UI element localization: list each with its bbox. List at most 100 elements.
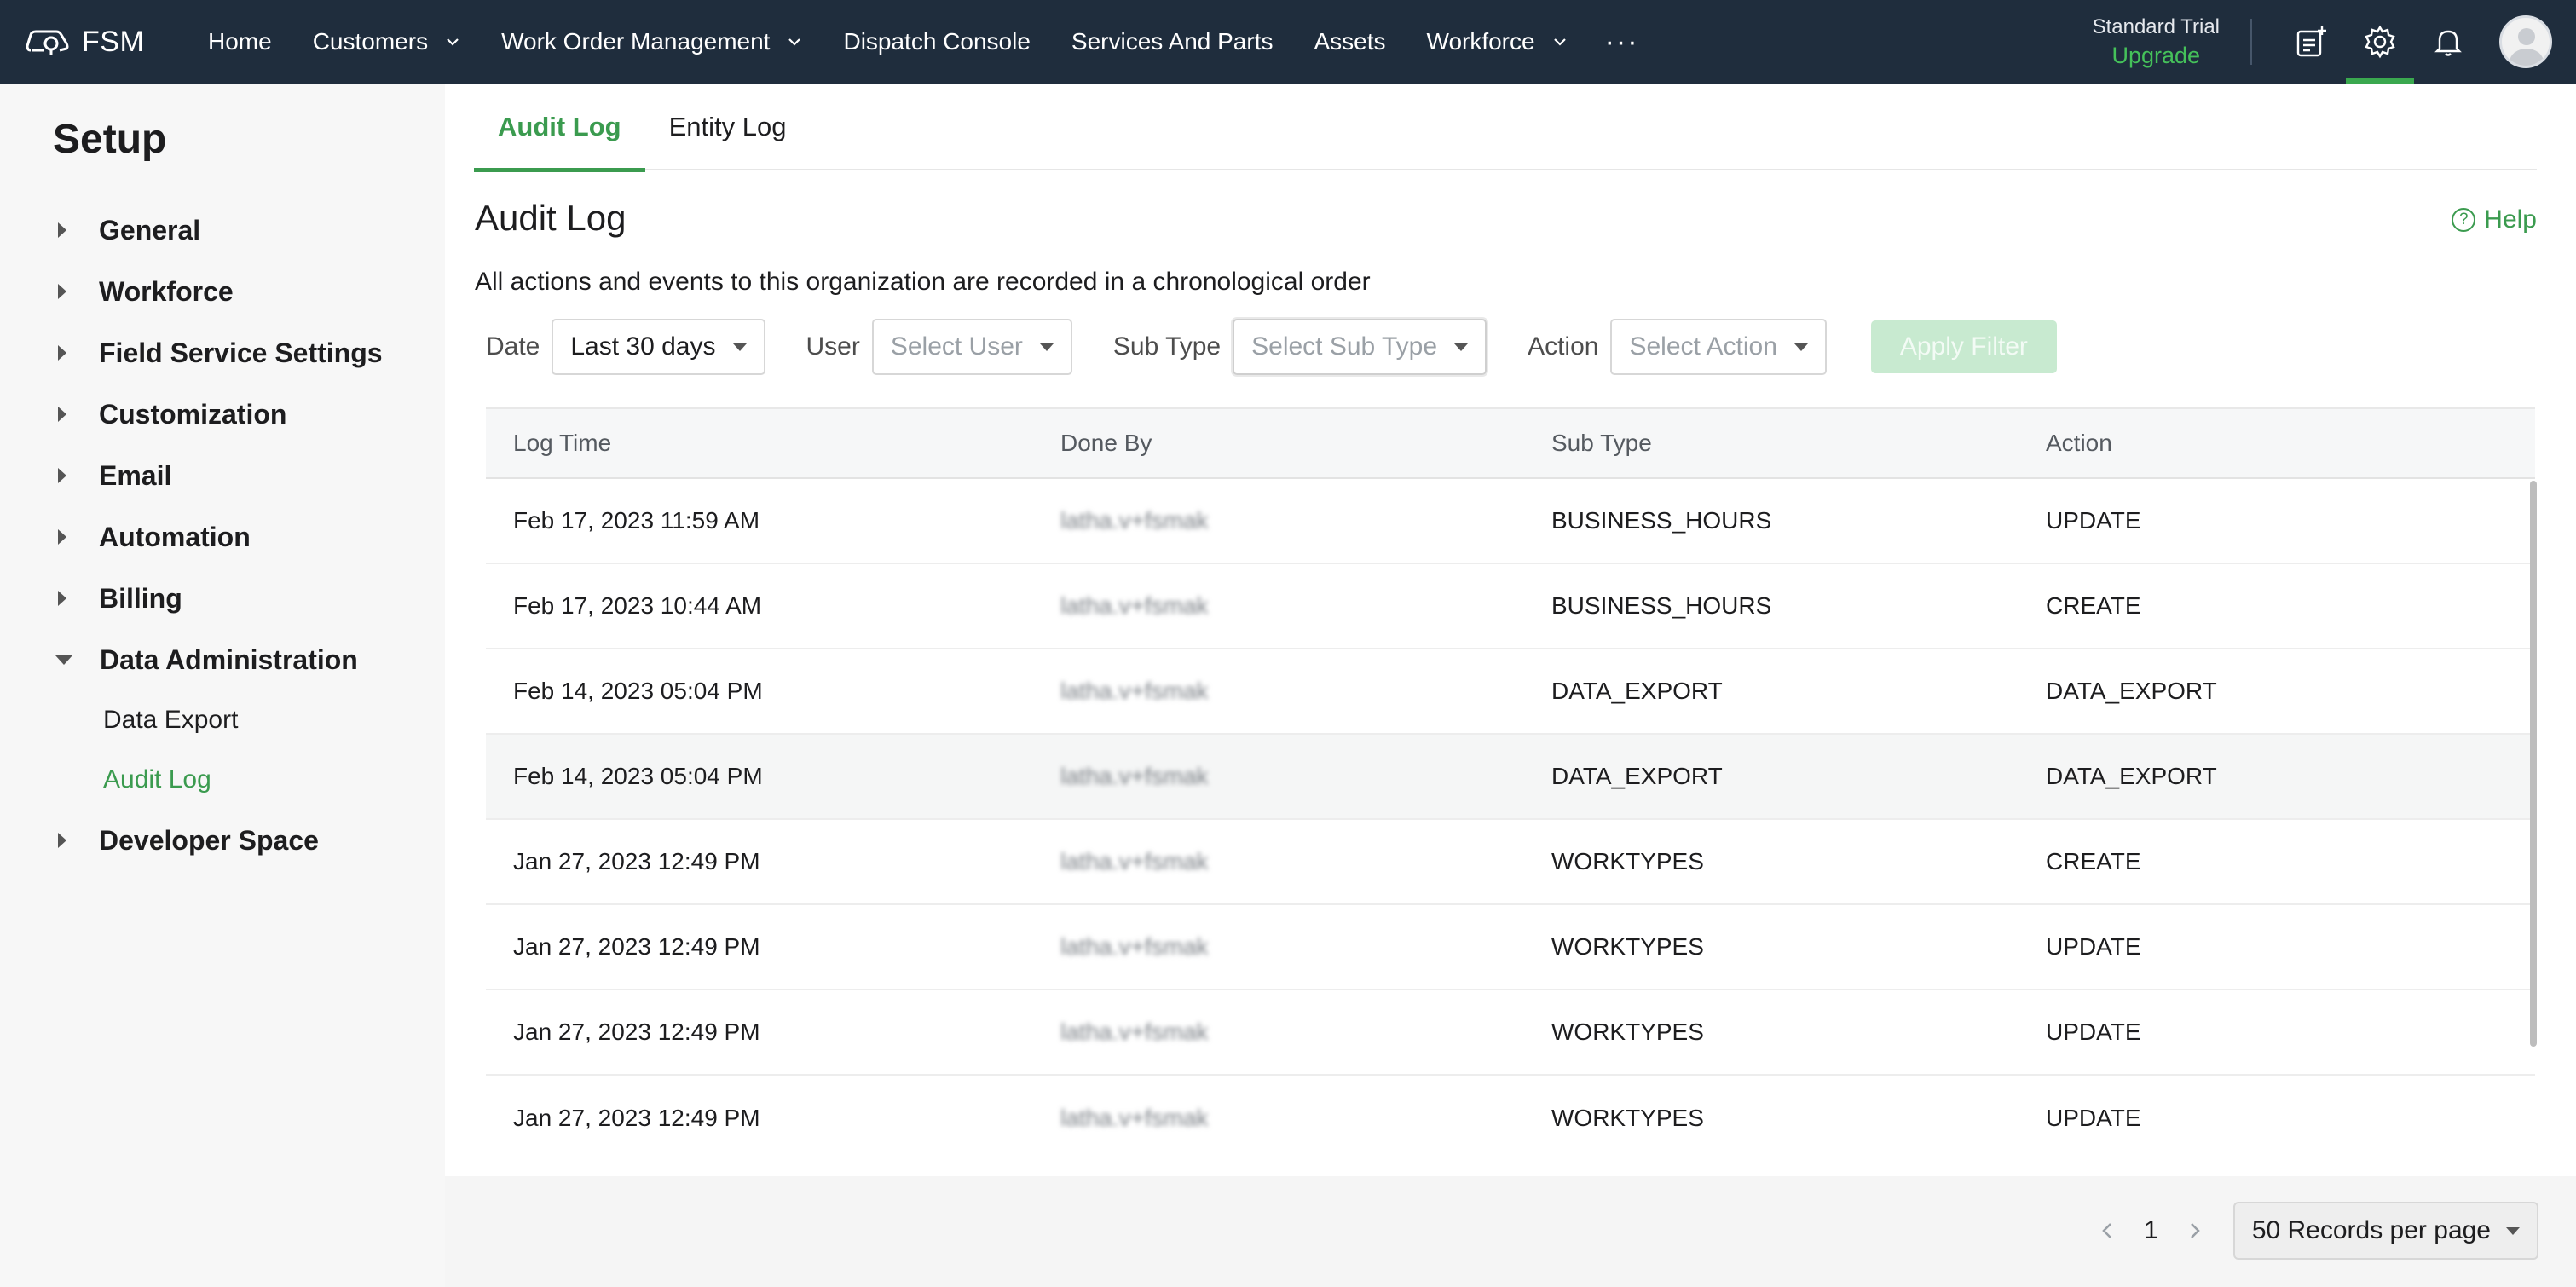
cell-sub-type: WORKTYPES bbox=[1551, 933, 1704, 960]
subtype-filter-select[interactable]: Select Sub Type bbox=[1233, 319, 1487, 375]
action-filter-label: Action bbox=[1528, 332, 1599, 361]
sidebar-subitem-audit-log[interactable]: Audit Log bbox=[0, 750, 445, 810]
table-header: Log Time Done By Sub Type Action bbox=[486, 407, 2535, 479]
column-header-done-by[interactable]: Done By bbox=[1060, 430, 1551, 457]
current-page-number: 1 bbox=[2144, 1216, 2158, 1244]
nav-label: Services And Parts bbox=[1071, 28, 1274, 55]
question-circle-icon: ? bbox=[2452, 208, 2476, 232]
more-menu-icon[interactable]: ··· bbox=[1588, 26, 1656, 59]
sidebar-item-developer-space[interactable]: Developer Space bbox=[0, 810, 445, 871]
tab-audit-log[interactable]: Audit Log bbox=[474, 84, 645, 172]
sidebar-item-label: General bbox=[99, 214, 201, 245]
cell-done-by: latha.v+fsmak bbox=[1060, 848, 1209, 874]
cell-sub-type: DATA_EXPORT bbox=[1551, 763, 1723, 789]
cell-action: CREATE bbox=[2046, 592, 2141, 619]
dropdown-arrow-icon bbox=[1039, 343, 1054, 351]
sidebar-item-general[interactable]: General bbox=[0, 199, 445, 261]
sidebar-item-email[interactable]: Email bbox=[0, 445, 445, 506]
cell-action: DATA_EXPORT bbox=[2046, 678, 2217, 704]
cell-action: UPDATE bbox=[2046, 1019, 2141, 1045]
trial-status: Standard Trial Upgrade bbox=[2093, 15, 2220, 69]
cell-sub-type: BUSINESS_HOURS bbox=[1551, 592, 1772, 619]
apply-filter-button[interactable]: Apply Filter bbox=[1870, 320, 2057, 373]
nav-label: Customers bbox=[312, 28, 429, 55]
sidebar-subitem-data-export[interactable]: Data Export bbox=[0, 690, 445, 750]
caret-right-icon bbox=[58, 345, 66, 361]
settings-button[interactable] bbox=[2346, 0, 2414, 84]
bell-icon bbox=[2434, 30, 2462, 56]
sidebar-item-field-service-settings[interactable]: Field Service Settings bbox=[0, 322, 445, 384]
table-footer: 1 50 Records per page bbox=[445, 1176, 2576, 1287]
table-row[interactable]: Jan 27, 2023 12:49 PM latha.v+fsmak WORK… bbox=[486, 820, 2535, 905]
chevron-down-icon bbox=[1553, 38, 1566, 46]
gear-icon bbox=[2365, 25, 2395, 59]
chevron-left-icon bbox=[2102, 1223, 2112, 1238]
user-filter-label: User bbox=[806, 332, 860, 361]
tab-entity-log[interactable]: Entity Log bbox=[645, 84, 811, 170]
help-label: Help bbox=[2484, 205, 2537, 234]
nav-workforce[interactable]: Workforce bbox=[1406, 0, 1588, 84]
caret-right-icon bbox=[58, 407, 66, 422]
user-filter-select[interactable]: Select User bbox=[871, 319, 1072, 375]
audit-log-table: Log Time Done By Sub Type Action Feb 17,… bbox=[486, 407, 2537, 1174]
table-row[interactable]: Jan 27, 2023 12:49 PM latha.v+fsmak WORK… bbox=[486, 990, 2535, 1076]
main-nav: Home Customers Work Order Management Dis… bbox=[188, 0, 1656, 84]
nav-dispatch-console[interactable]: Dispatch Console bbox=[823, 0, 1050, 84]
cell-done-by: latha.v+fsmak bbox=[1060, 933, 1209, 960]
nav-services-and-parts[interactable]: Services And Parts bbox=[1051, 0, 1294, 84]
table-row[interactable]: Feb 14, 2023 05:04 PM latha.v+fsmak DATA… bbox=[486, 735, 2535, 820]
table-row[interactable]: Feb 17, 2023 11:59 AM latha.v+fsmak BUSI… bbox=[486, 479, 2535, 564]
table-scrollbar[interactable] bbox=[2530, 481, 2537, 1047]
user-avatar[interactable] bbox=[2499, 15, 2552, 68]
nav-assets[interactable]: Assets bbox=[1293, 0, 1406, 84]
upgrade-link[interactable]: Upgrade bbox=[2093, 43, 2220, 69]
records-per-page-select[interactable]: 50 Records per page bbox=[2232, 1202, 2538, 1260]
page-description: All actions and events to this organizat… bbox=[475, 268, 1371, 296]
nav-home[interactable]: Home bbox=[188, 0, 292, 84]
sidebar-item-label: Field Service Settings bbox=[99, 337, 383, 368]
cell-done-by: latha.v+fsmak bbox=[1060, 507, 1209, 534]
next-page-button[interactable] bbox=[2177, 1214, 2211, 1248]
table-row[interactable]: Jan 27, 2023 12:49 PM latha.v+fsmak WORK… bbox=[486, 1076, 2535, 1161]
dropdown-arrow-icon bbox=[1454, 343, 1469, 351]
brand-logo[interactable]: FSM bbox=[26, 25, 188, 59]
add-note-icon bbox=[2296, 26, 2326, 57]
previous-page-button[interactable] bbox=[2091, 1214, 2125, 1248]
table-row[interactable]: Jan 27, 2023 12:49 PM latha.v+fsmak WORK… bbox=[486, 905, 2535, 990]
cell-log-time: Feb 17, 2023 11:59 AM bbox=[513, 507, 760, 534]
setup-sidebar: Setup General Workforce Field Service Se… bbox=[0, 84, 445, 1287]
help-link[interactable]: ? Help bbox=[2452, 205, 2537, 234]
cell-log-time: Feb 14, 2023 05:04 PM bbox=[513, 678, 763, 704]
dropdown-arrow-icon bbox=[2506, 1226, 2520, 1235]
table-row[interactable]: Feb 17, 2023 10:44 AM latha.v+fsmak BUSI… bbox=[486, 564, 2535, 649]
notifications-button[interactable] bbox=[2414, 0, 2482, 84]
sidebar-item-label: Billing bbox=[99, 582, 182, 614]
cell-log-time: Jan 27, 2023 12:49 PM bbox=[513, 933, 760, 960]
column-header-action[interactable]: Action bbox=[2046, 430, 2523, 457]
action-filter-select[interactable]: Select Action bbox=[1610, 319, 1827, 375]
cell-done-by: latha.v+fsmak bbox=[1060, 763, 1209, 789]
date-filter-select[interactable]: Last 30 days bbox=[552, 319, 765, 375]
column-header-sub-type[interactable]: Sub Type bbox=[1551, 430, 2046, 457]
table-row[interactable]: Feb 14, 2023 05:04 PM latha.v+fsmak DATA… bbox=[486, 649, 2535, 735]
sidebar-item-data-administration[interactable]: Data Administration bbox=[0, 629, 445, 690]
sidebar-item-automation[interactable]: Automation bbox=[0, 506, 445, 568]
nav-work-order-management[interactable]: Work Order Management bbox=[481, 0, 823, 84]
nav-label: Assets bbox=[1314, 28, 1386, 55]
nav-customers[interactable]: Customers bbox=[292, 0, 481, 84]
column-header-log-time[interactable]: Log Time bbox=[486, 430, 1060, 457]
caret-right-icon bbox=[58, 468, 66, 483]
sidebar-item-billing[interactable]: Billing bbox=[0, 568, 445, 629]
sidebar-menu: General Workforce Field Service Settings… bbox=[0, 199, 445, 871]
date-filter-label: Date bbox=[486, 332, 540, 361]
sidebar-item-workforce[interactable]: Workforce bbox=[0, 261, 445, 322]
cell-sub-type: WORKTYPES bbox=[1551, 848, 1704, 874]
subtype-filter-placeholder: Select Sub Type bbox=[1251, 332, 1438, 361]
caret-right-icon bbox=[58, 284, 66, 299]
quick-create-button[interactable] bbox=[2278, 0, 2346, 84]
sidebar-item-label: Customization bbox=[99, 398, 287, 430]
sidebar-item-label: Developer Space bbox=[99, 824, 319, 856]
sidebar-item-customization[interactable]: Customization bbox=[0, 384, 445, 445]
dropdown-arrow-icon bbox=[1793, 343, 1808, 351]
sidebar-item-label: Email bbox=[99, 459, 172, 491]
